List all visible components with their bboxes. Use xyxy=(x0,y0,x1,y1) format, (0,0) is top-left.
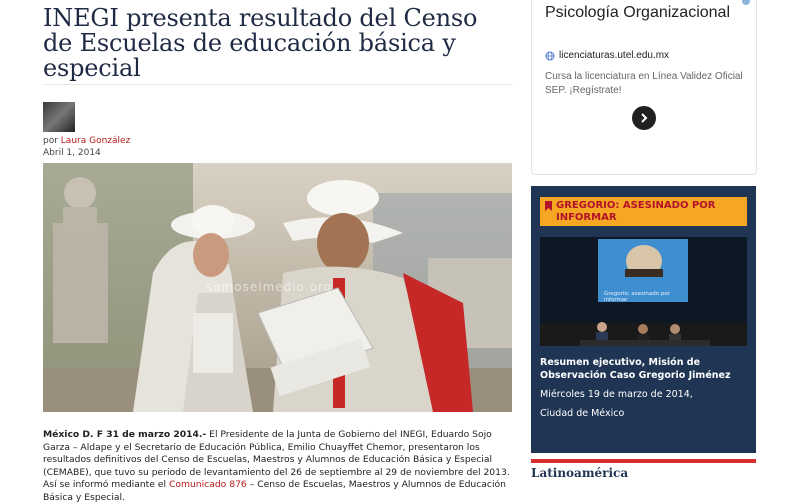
author-link[interactable]: Laura González xyxy=(61,136,131,146)
title-divider xyxy=(43,84,513,85)
author-block: por Laura González Abril 1, 2014 xyxy=(43,102,130,158)
byline-prefix: por xyxy=(43,136,58,146)
article-date: Abril 1, 2014 xyxy=(43,148,101,158)
globe-icon xyxy=(545,51,555,60)
feature-header-text: GREGORIO: ASESINADO POR INFORMAR xyxy=(556,200,716,223)
communique-link[interactable]: Comunicado 876 xyxy=(169,479,247,490)
ad-url-text: licenciaturas.utel.edu.mx xyxy=(559,50,670,61)
author-avatar[interactable] xyxy=(43,102,75,132)
featured-story: GREGORIO: ASESINADO POR INFORMAR Gregori… xyxy=(531,186,756,453)
hero-watermark: somoselmedio.org xyxy=(206,280,333,294)
bookmark-icon xyxy=(545,201,552,211)
ad-url[interactable]: licenciaturas.utel.edu.mx xyxy=(545,50,669,61)
chevron-right-icon[interactable] xyxy=(632,106,656,130)
article-lead: México D. F 31 de marzo 2014.- xyxy=(43,429,207,440)
article: INEGI presenta resultado del Censo de Es… xyxy=(43,0,513,503)
section-divider xyxy=(531,459,756,463)
section-title-latinoamerica[interactable]: Latinoamérica xyxy=(531,466,628,480)
feature-caption[interactable]: Resumen ejecutivo, Misión de Observación… xyxy=(540,356,747,382)
byline: por Laura González xyxy=(43,136,130,146)
sidebar-ad[interactable]: Psicología Organizacional licenciaturas.… xyxy=(531,0,757,175)
ad-choices-icon[interactable] xyxy=(742,0,750,5)
ad-title[interactable]: Psicología Organizacional xyxy=(545,2,730,23)
feature-place: Ciudad de México xyxy=(540,408,625,419)
article-title[interactable]: INEGI presenta resultado del Censo de Es… xyxy=(43,6,513,81)
article-hero-image: somoselmedio.org xyxy=(43,163,512,412)
ad-description: Cursa la licenciatura en Línea Validez O… xyxy=(545,71,743,96)
feature-screen-text: Gregorio: asesinado por informar xyxy=(604,291,670,303)
article-body: México D. F 31 de marzo 2014.- El Presid… xyxy=(43,429,513,504)
feature-image[interactable]: Gregorio: asesinado por informar xyxy=(540,237,747,346)
feature-date: Miércoles 19 de marzo de 2014, xyxy=(540,389,693,400)
feature-header[interactable]: GREGORIO: ASESINADO POR INFORMAR xyxy=(540,197,747,226)
